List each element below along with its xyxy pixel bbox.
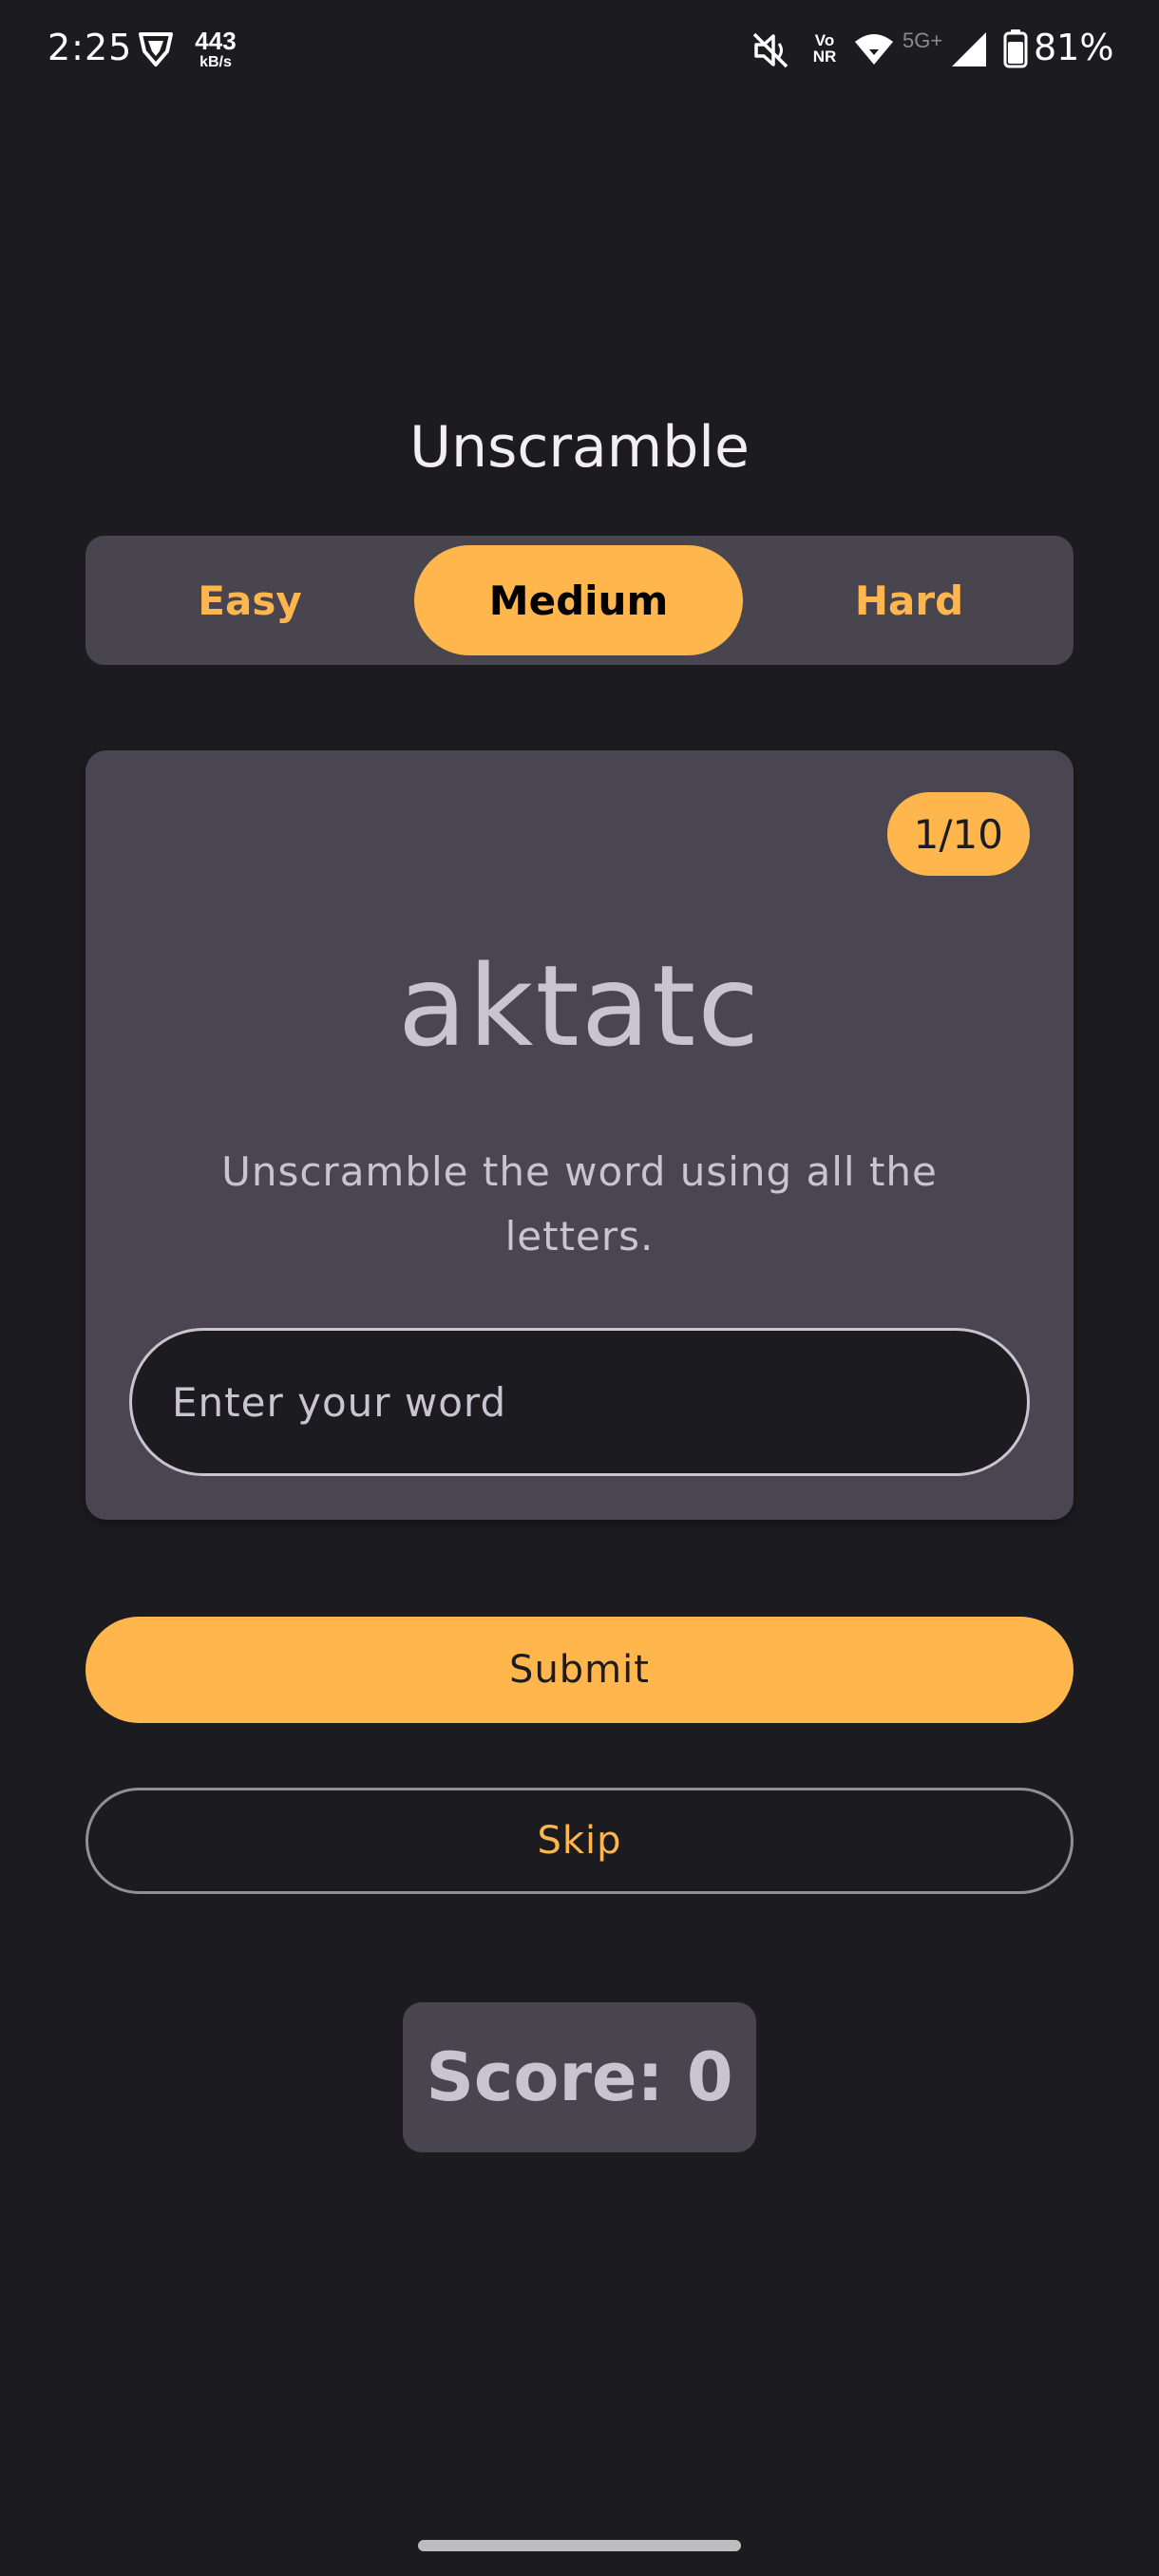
network-speed: 443 kB/s — [195, 27, 237, 70]
scrambled-word: aktatc — [397, 940, 762, 1071]
difficulty-medium-tab[interactable]: Medium — [414, 545, 743, 655]
battery-icon — [1003, 29, 1028, 68]
gesture-navigation-bar[interactable] — [418, 2540, 741, 2551]
status-time: 2:25 — [48, 27, 133, 68]
signal-icon — [952, 32, 986, 66]
word-counter-badge: 1/10 — [886, 792, 1030, 876]
instructions-text: Unscramble the word using all the letter… — [221, 1148, 938, 1260]
difficulty-easy-tab[interactable]: Easy — [86, 545, 414, 655]
wifi-icon — [855, 34, 893, 65]
status-bar: 2:25 443 kB/s Vo NR 5G+ 81% — [0, 0, 1159, 103]
word-card: 1/10 aktatc Unscramble the word using al… — [86, 750, 1074, 1520]
page-title: Unscramble — [409, 414, 750, 481]
difficulty-hard-tab[interactable]: Hard — [745, 545, 1074, 655]
word-input[interactable] — [129, 1328, 1030, 1476]
difficulty-selector: Easy Medium Hard — [86, 536, 1074, 665]
submit-button[interactable]: Submit — [86, 1617, 1074, 1723]
battery-percent: 81% — [1034, 27, 1114, 68]
mute-icon — [752, 32, 788, 68]
network-type: 5G+ — [902, 28, 943, 52]
score-display: Score: 0 — [403, 2002, 756, 2152]
vpn-shield-icon — [139, 32, 173, 66]
skip-button[interactable]: Skip — [86, 1788, 1074, 1894]
volte-indicator: Vo NR — [812, 31, 837, 66]
